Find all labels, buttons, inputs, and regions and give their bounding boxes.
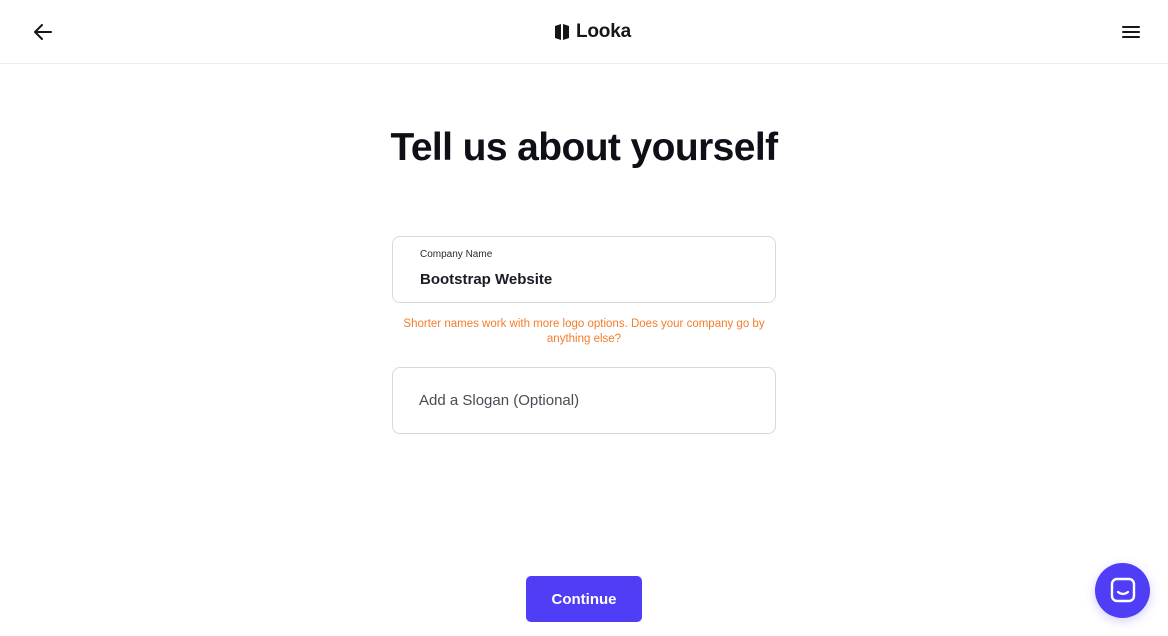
continue-button[interactable]: Continue (526, 576, 642, 622)
menu-button[interactable] (1118, 20, 1144, 44)
company-name-input[interactable] (420, 271, 750, 288)
arrow-left-icon (34, 24, 52, 40)
hamburger-menu-icon (1122, 26, 1140, 38)
slogan-field[interactable] (392, 367, 776, 434)
page-title: Tell us about yourself (390, 126, 779, 169)
top-bar: Looka (0, 0, 1168, 64)
brand-name: Looka (576, 21, 631, 42)
name-hint-text: Shorter names work with more logo option… (403, 318, 765, 345)
brand-logo[interactable]: Looka (553, 20, 631, 44)
chat-bubble-icon (1110, 577, 1135, 602)
back-button[interactable] (30, 20, 56, 44)
company-name-field[interactable]: Company Name (392, 236, 776, 303)
slogan-input[interactable] (419, 368, 759, 433)
looka-logo-icon (555, 24, 569, 40)
company-name-label: Company Name (420, 249, 493, 260)
chat-launcher-button[interactable] (1095, 563, 1150, 618)
